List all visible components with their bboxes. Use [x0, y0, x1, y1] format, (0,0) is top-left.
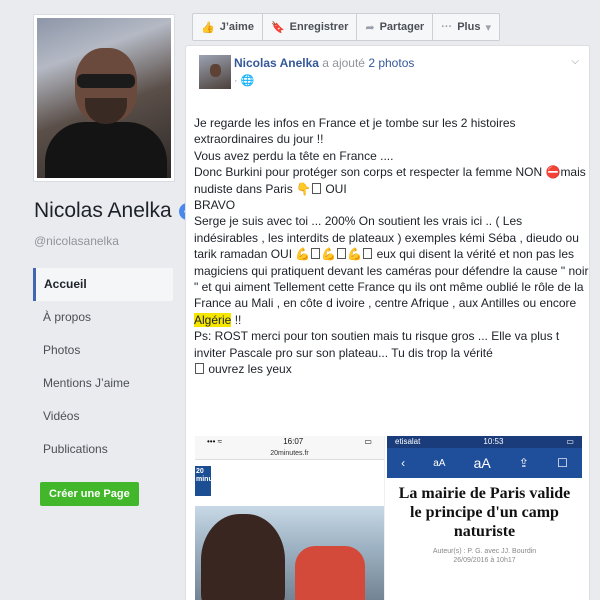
like-button[interactable]: 👍 J’aime: [192, 13, 263, 41]
nav-item-mentions-jaime[interactable]: Mentions J’aime: [33, 367, 173, 400]
back-icon: ‹: [401, 456, 406, 470]
caret-down-icon: ▾: [485, 21, 491, 34]
save-label: Enregistrer: [289, 21, 349, 33]
carrier-label: etisalat: [395, 437, 421, 446]
post-meta: · 🌐: [234, 74, 254, 87]
nav-item-videos[interactable]: Vidéos: [33, 400, 173, 433]
nav-item-photos[interactable]: Photos: [33, 334, 173, 367]
post-text-span: Donc Burkini pour protéger son corps et …: [194, 165, 546, 180]
battery-icon: ▭: [566, 437, 574, 446]
profile-photo[interactable]: [33, 14, 175, 182]
pointing-hand-emoji-icon: 👇: [296, 181, 312, 196]
post-line: BRAVO: [194, 198, 236, 213]
post-author-avatar[interactable]: [199, 55, 231, 89]
share-icon: ⇪: [518, 456, 529, 470]
page-action-bar: 👍 J’aime 🔖 Enregistrer ➦ Partager ··· Pl…: [192, 13, 500, 41]
profile-picture: [37, 18, 171, 178]
globe-icon: 🌐: [240, 75, 255, 87]
browser-url: 20minutes.fr: [195, 448, 384, 460]
post-line: Donc Burkini pour protéger son corps et …: [194, 164, 589, 197]
news-logo: 20 minutes: [195, 466, 223, 496]
post-photo-1[interactable]: ••• ≈ 16:07 ▭ 20minutes.fr 20 minutes: [195, 436, 385, 600]
nav-item-publications[interactable]: Publications: [33, 433, 173, 466]
post-text: Je regarde les infos en France et je tom…: [194, 115, 589, 378]
flexed-arm-emoji-icon: 💪: [347, 247, 363, 262]
profile-nav: Accueil À propos Photos Mentions J’aime …: [33, 268, 173, 466]
post-line: Serge je suis avec toi ... 200% On souti…: [194, 213, 589, 328]
profile-name[interactable]: Nicolas Anelka ✓: [34, 199, 196, 223]
post-header: Nicolas Anelka a ajouté 2 photos: [234, 56, 414, 70]
post-photo-2[interactable]: etisalat 10:53 ▭ ‹ aA aA ⇪ ☐ La mairie d…: [387, 436, 582, 600]
like-label: J’aime: [219, 21, 254, 33]
bookmark-icon: ☐: [557, 456, 568, 470]
ellipsis-icon: ···: [441, 21, 453, 33]
battery-icon: ▭: [364, 437, 372, 446]
post-card: Nicolas Anelka a ajouté 2 photos · 🌐 ⌵ J…: [185, 45, 590, 600]
more-button[interactable]: ··· Plus ▾: [432, 13, 500, 41]
byline-author: Auteur(s) : P. G. avec JJ. Bourdin: [432, 548, 537, 555]
news-photo: [195, 506, 384, 600]
news-byline: Auteur(s) : P. G. avec JJ. Bourdin 26/09…: [387, 547, 582, 565]
status-time: 16:07: [283, 437, 304, 446]
byline-date: 26/09/2016 à 10h17: [453, 557, 516, 564]
reader-toolbar: ‹ aA aA ⇪ ☐: [387, 448, 582, 478]
nav-item-a-propos[interactable]: À propos: [33, 301, 173, 334]
missing-glyph-icon: [312, 182, 322, 194]
post-line: ouvrez les yeux: [194, 361, 589, 377]
missing-glyph-icon: [195, 363, 204, 375]
status-time: 10:53: [483, 437, 504, 446]
text-larger-icon: aA: [473, 455, 491, 471]
post-author-link[interactable]: Nicolas Anelka: [234, 56, 319, 70]
profile-name-text[interactable]: Nicolas Anelka: [34, 199, 172, 223]
missing-glyph-icon: [363, 248, 373, 260]
missing-glyph-icon: [311, 248, 321, 260]
post-line: Vous avez perdu la tête en France ....: [194, 148, 394, 163]
post-action-text: a ajouté: [322, 56, 365, 70]
post-line: Je regarde les infos en France et je tom…: [194, 116, 516, 147]
flexed-arm-emoji-icon: 💪: [321, 247, 337, 262]
text-smaller-icon: aA: [433, 457, 446, 469]
wifi-icon: ••• ≈: [207, 437, 223, 446]
save-button[interactable]: 🔖 Enregistrer: [261, 13, 358, 41]
thumbs-up-icon: 👍: [201, 21, 215, 34]
share-label: Partager: [379, 21, 425, 33]
post-options-chevron-icon[interactable]: ⌵: [571, 56, 579, 67]
nav-item-accueil[interactable]: Accueil: [33, 268, 173, 301]
bookmark-icon: 🔖: [270, 21, 285, 34]
share-button[interactable]: ➦ Partager: [356, 13, 434, 41]
post-photos-link[interactable]: 2 photos: [368, 56, 414, 70]
profile-handle[interactable]: @nicolasanelka: [34, 234, 119, 248]
post-timestamp[interactable]: ·: [234, 75, 238, 87]
news-headline: La mairie de Paris valide le principe d'…: [398, 485, 571, 540]
highlighted-word: Algérie: [194, 312, 232, 327]
post-line: Ps: ROST merci pour ton soutien mais tu …: [194, 329, 560, 360]
post-text-span: OUI: [322, 181, 347, 196]
phone-status-bar: ••• ≈ 16:07 ▭: [195, 436, 384, 448]
post-text-span: !!: [231, 312, 242, 327]
phone-status-bar: etisalat 10:53 ▭: [387, 436, 582, 448]
share-arrow-icon: ➦: [365, 21, 375, 34]
post-text-span: ouvrez les yeux: [205, 362, 292, 377]
create-page-button[interactable]: Créer une Page: [40, 482, 139, 506]
flexed-arm-emoji-icon: 💪: [295, 247, 311, 262]
more-label: Plus: [457, 21, 481, 33]
no-entry-emoji-icon: ⛔: [545, 165, 561, 180]
missing-glyph-icon: [337, 248, 347, 260]
